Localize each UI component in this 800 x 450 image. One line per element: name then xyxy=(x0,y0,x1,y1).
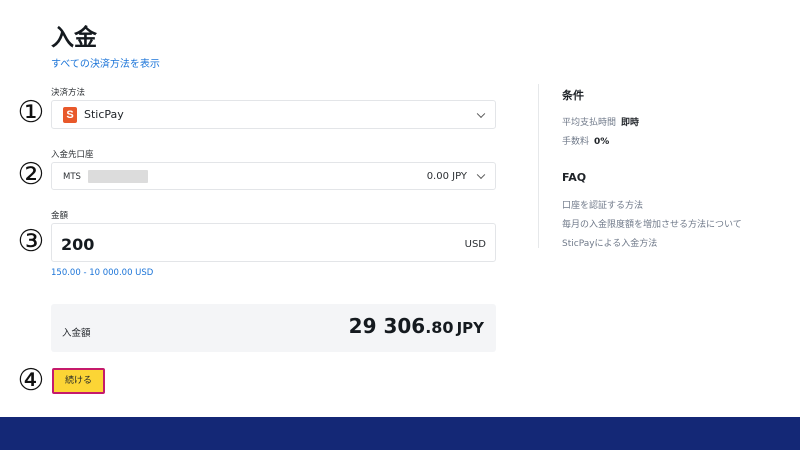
summary-total-integer: 29 306 xyxy=(348,314,426,338)
chevron-down-icon xyxy=(476,170,486,180)
faq-link-verify-account[interactable]: 口座を認証する方法 xyxy=(562,198,643,211)
amount-label: 金額 xyxy=(51,211,69,221)
condition-row-fee: 手数料 0% xyxy=(562,134,609,147)
side-divider xyxy=(538,84,539,248)
deposit-account-label: 入金先口座 xyxy=(51,150,94,160)
summary-total-decimal: .80 xyxy=(425,318,454,337)
faq-link-increase-limit[interactable]: 毎月の入金限度額を増加させる方法について xyxy=(562,217,742,230)
condition-row-avg-time: 平均支払時間 即時 xyxy=(562,115,639,128)
condition-value: 即時 xyxy=(621,118,640,128)
summary-total: 29 306.80 JPY xyxy=(349,314,484,338)
payment-method-value: SticPay xyxy=(84,108,124,121)
summary-currency: JPY xyxy=(456,319,484,337)
sticpay-logo-icon: S xyxy=(63,107,77,123)
step-marker-1: ① xyxy=(17,95,45,130)
account-prefix: MTS xyxy=(63,172,81,182)
faq-link-sticpay-deposit[interactable]: SticPayによる入金方法 xyxy=(562,236,657,249)
amount-range-hint: 150.00 - 10 000.00 USD xyxy=(51,268,154,278)
footer-band xyxy=(0,417,800,450)
amount-value: 200 xyxy=(61,235,95,254)
faq-heading: FAQ xyxy=(562,171,587,184)
continue-button[interactable]: 続ける xyxy=(52,368,105,394)
step-marker-3: ③ xyxy=(17,224,45,259)
step-marker-2: ② xyxy=(17,157,45,192)
amount-input[interactable]: 200 USD xyxy=(51,223,496,262)
payment-method-select[interactable]: S SticPay xyxy=(51,100,496,129)
summary-label: 入金額 xyxy=(62,328,91,339)
step-marker-4: ④ xyxy=(17,363,45,398)
conditions-heading: 条件 xyxy=(562,89,584,102)
payment-method-label: 決済方法 xyxy=(51,88,86,98)
condition-label: 手数料 xyxy=(562,137,590,147)
condition-value: 0% xyxy=(594,137,610,147)
deposit-account-select[interactable]: MTS 0.00 JPY xyxy=(51,162,496,190)
deposit-summary: 入金額 29 306.80 JPY xyxy=(51,304,496,352)
show-all-methods-link[interactable]: すべての決済方法を表示 xyxy=(51,55,160,70)
account-number-mask xyxy=(88,170,148,183)
amount-currency: USD xyxy=(464,239,486,250)
page-title: 入金 xyxy=(51,25,97,51)
account-balance: 0.00 JPY xyxy=(426,171,467,182)
condition-label: 平均支払時間 xyxy=(562,118,617,128)
chevron-down-icon xyxy=(476,109,486,118)
